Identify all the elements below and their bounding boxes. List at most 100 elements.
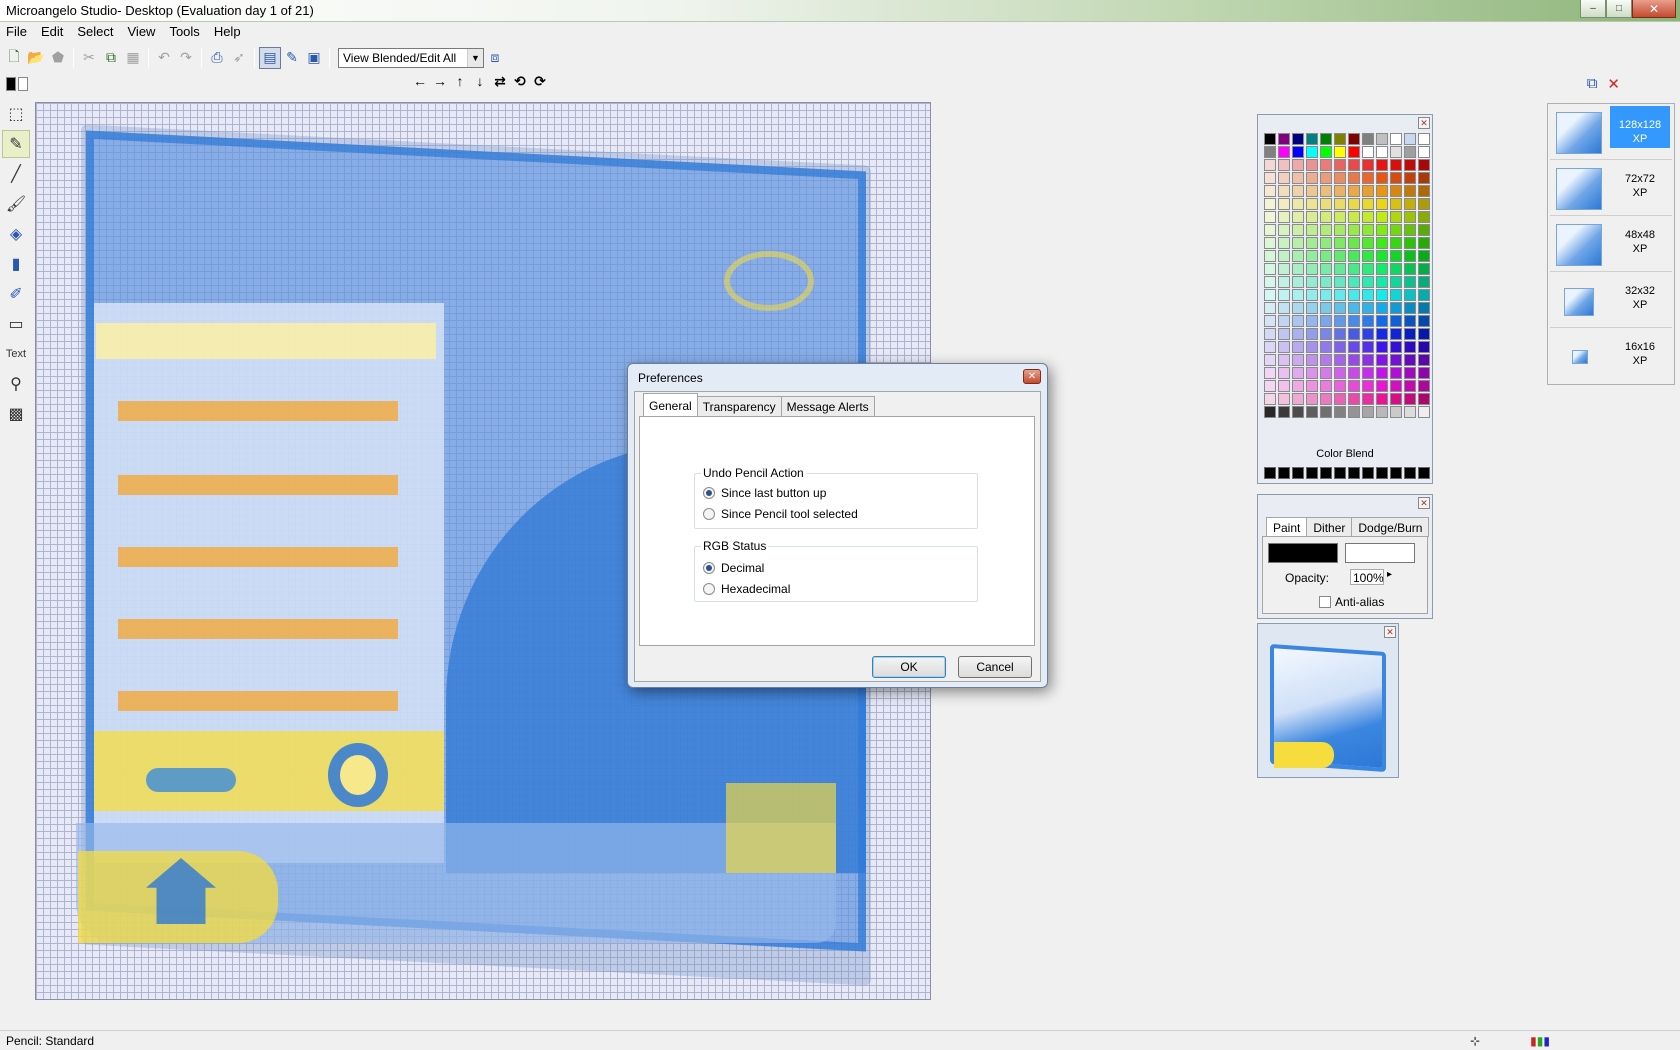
fill-tool-icon[interactable]: ◈	[2, 220, 30, 248]
palette-swatch[interactable]	[1390, 224, 1402, 236]
palette-swatch[interactable]	[1264, 406, 1276, 418]
cancel-button[interactable]: Cancel	[958, 656, 1032, 678]
palette-swatch[interactable]	[1376, 224, 1388, 236]
palette-swatch[interactable]	[1264, 302, 1276, 314]
palette-swatch[interactable]	[1362, 406, 1374, 418]
blend-swatch[interactable]	[1278, 467, 1290, 479]
palette-swatch[interactable]	[1376, 393, 1388, 405]
palette-swatch[interactable]	[1320, 302, 1332, 314]
tab-paint[interactable]: Paint	[1266, 517, 1308, 537]
palette-swatch[interactable]	[1362, 172, 1374, 184]
palette-swatch[interactable]	[1418, 406, 1430, 418]
palette-swatch[interactable]	[1306, 146, 1318, 158]
palette-swatch[interactable]	[1348, 315, 1360, 327]
tab-general[interactable]: General	[643, 393, 698, 416]
palette-swatch[interactable]	[1362, 263, 1374, 275]
flip-horizontal-icon[interactable]: ⇄	[492, 73, 508, 90]
palette-swatch[interactable]	[1264, 237, 1276, 249]
palette-swatch[interactable]	[1404, 198, 1416, 210]
palette-swatch[interactable]	[1418, 224, 1430, 236]
palette-swatch[interactable]	[1404, 276, 1416, 288]
pointer-icon[interactable]: ➶	[228, 47, 250, 69]
palette-swatch[interactable]	[1362, 146, 1374, 158]
palette-swatch[interactable]	[1334, 354, 1346, 366]
paste-icon[interactable]: ▦	[122, 47, 144, 69]
palette-swatch[interactable]	[1320, 133, 1332, 145]
shift-right-icon[interactable]: →	[432, 73, 448, 90]
grid-view-icon[interactable]: ▤	[259, 46, 281, 69]
palette-swatch[interactable]	[1292, 185, 1304, 197]
palette-swatch[interactable]	[1264, 250, 1276, 262]
palette-swatch[interactable]	[1278, 393, 1290, 405]
palette-swatch[interactable]	[1306, 276, 1318, 288]
palette-swatch[interactable]	[1376, 354, 1388, 366]
view-settings-icon[interactable]: ⧈	[484, 47, 506, 69]
palette-swatch[interactable]	[1362, 289, 1374, 301]
palette-swatch[interactable]	[1264, 224, 1276, 236]
palette-swatch[interactable]	[1306, 263, 1318, 275]
antialias-checkbox[interactable]: Anti-alias	[1319, 595, 1384, 609]
palette-swatch[interactable]	[1390, 341, 1402, 353]
palette-swatch[interactable]	[1306, 185, 1318, 197]
radio-decimal[interactable]: Decimal	[703, 561, 764, 575]
palette-swatch[interactable]	[1292, 146, 1304, 158]
palette-swatch[interactable]	[1390, 367, 1402, 379]
palette-swatch[interactable]	[1362, 302, 1374, 314]
blend-swatch[interactable]	[1404, 467, 1416, 479]
palette-swatch[interactable]	[1418, 211, 1430, 223]
palette-swatch[interactable]	[1278, 133, 1290, 145]
maximize-button[interactable]: □	[1606, 0, 1632, 18]
palette-swatch[interactable]	[1334, 172, 1346, 184]
palette-swatch[interactable]	[1306, 341, 1318, 353]
palette-swatch[interactable]	[1362, 159, 1374, 171]
palette-swatch[interactable]	[1278, 224, 1290, 236]
blend-swatch[interactable]	[1348, 467, 1360, 479]
copy-icon[interactable]: ⧉	[100, 47, 122, 69]
palette-swatch[interactable]	[1292, 133, 1304, 145]
palette-swatch[interactable]	[1418, 198, 1430, 210]
palette-swatch[interactable]	[1320, 185, 1332, 197]
radio-dot-checked[interactable]	[703, 487, 715, 499]
palette-swatch[interactable]	[1376, 211, 1388, 223]
palette-swatch[interactable]	[1404, 289, 1416, 301]
palette-swatch[interactable]	[1292, 237, 1304, 249]
palette-swatch[interactable]	[1278, 198, 1290, 210]
palette-swatch[interactable]	[1306, 393, 1318, 405]
gradient-tool-icon[interactable]: ▮	[2, 250, 30, 278]
palette-swatch[interactable]	[1278, 172, 1290, 184]
palette-swatch[interactable]	[1320, 380, 1332, 392]
palette-swatch[interactable]	[1292, 406, 1304, 418]
color-swatch-mini[interactable]	[4, 75, 30, 93]
palette-swatch[interactable]	[1320, 198, 1332, 210]
palette-swatch[interactable]	[1292, 380, 1304, 392]
palette-swatch[interactable]	[1334, 393, 1346, 405]
chevron-down-icon[interactable]: ▼	[467, 48, 483, 67]
palette-swatch[interactable]	[1264, 341, 1276, 353]
palette-swatch[interactable]	[1376, 328, 1388, 340]
palette-swatch[interactable]	[1264, 328, 1276, 340]
palette-swatch[interactable]	[1348, 263, 1360, 275]
palette-swatch[interactable]	[1348, 328, 1360, 340]
palette-swatch[interactable]	[1404, 224, 1416, 236]
palette-swatch[interactable]	[1264, 198, 1276, 210]
palette-swatch[interactable]	[1376, 159, 1388, 171]
palette-swatch[interactable]	[1306, 302, 1318, 314]
palette-swatch[interactable]	[1348, 406, 1360, 418]
palette-swatch[interactable]	[1264, 315, 1276, 327]
palette-swatch[interactable]	[1390, 198, 1402, 210]
palette-swatch[interactable]	[1376, 133, 1388, 145]
radio-hexadecimal[interactable]: Hexadecimal	[703, 582, 790, 596]
palette-swatch[interactable]	[1306, 367, 1318, 379]
palette-swatch[interactable]	[1334, 367, 1346, 379]
palette-swatch[interactable]	[1320, 263, 1332, 275]
palette-swatch[interactable]	[1334, 315, 1346, 327]
palette-swatch[interactable]	[1320, 328, 1332, 340]
palette-swatch[interactable]	[1376, 237, 1388, 249]
opacity-value[interactable]: 100%	[1350, 569, 1384, 585]
palette-swatch[interactable]	[1264, 185, 1276, 197]
palette-swatch[interactable]	[1278, 237, 1290, 249]
palette-swatch[interactable]	[1278, 185, 1290, 197]
size-32-item[interactable]: 32x32 XP	[1550, 274, 1672, 328]
palette-swatch[interactable]	[1292, 198, 1304, 210]
palette-swatch[interactable]	[1418, 328, 1430, 340]
